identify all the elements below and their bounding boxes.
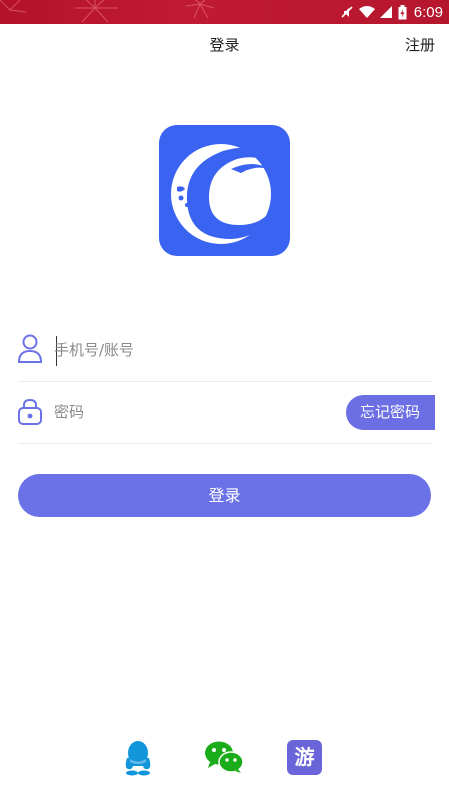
qq-login-button[interactable] [123, 740, 161, 778]
page-title: 登录 [209, 36, 240, 54]
login-button[interactable]: 登录 [18, 474, 431, 517]
third-party-login: 游 [0, 740, 449, 780]
signal-icon [379, 6, 392, 18]
app-logo [159, 125, 290, 256]
header: 登录 注册 [0, 24, 449, 66]
firework-decoration-icon [0, 0, 215, 23]
battery-icon [398, 4, 407, 19]
user-icon [18, 334, 42, 363]
wechat-icon [205, 741, 244, 773]
mute-icon [341, 6, 353, 18]
register-link[interactable]: 注册 [405, 34, 435, 55]
status-time: 6:09 [413, 3, 443, 21]
qq-icon [125, 741, 151, 776]
status-bar: 6:09 [0, 0, 449, 24]
status-icons: 6:09 [340, 0, 443, 24]
wechat-login-button[interactable] [204, 740, 244, 778]
guest-icon: 游 [287, 740, 322, 775]
password-field-row: 忘记密码 [18, 382, 435, 444]
app-logo-icon [171, 144, 275, 244]
account-input[interactable] [54, 332, 334, 368]
lock-icon [18, 399, 42, 425]
guest-login-button[interactable]: 游 [287, 740, 325, 778]
password-input[interactable] [54, 394, 334, 430]
forgot-password-button[interactable]: 忘记密码 [346, 395, 435, 430]
account-field-row [18, 320, 431, 382]
wifi-icon [358, 6, 375, 18]
